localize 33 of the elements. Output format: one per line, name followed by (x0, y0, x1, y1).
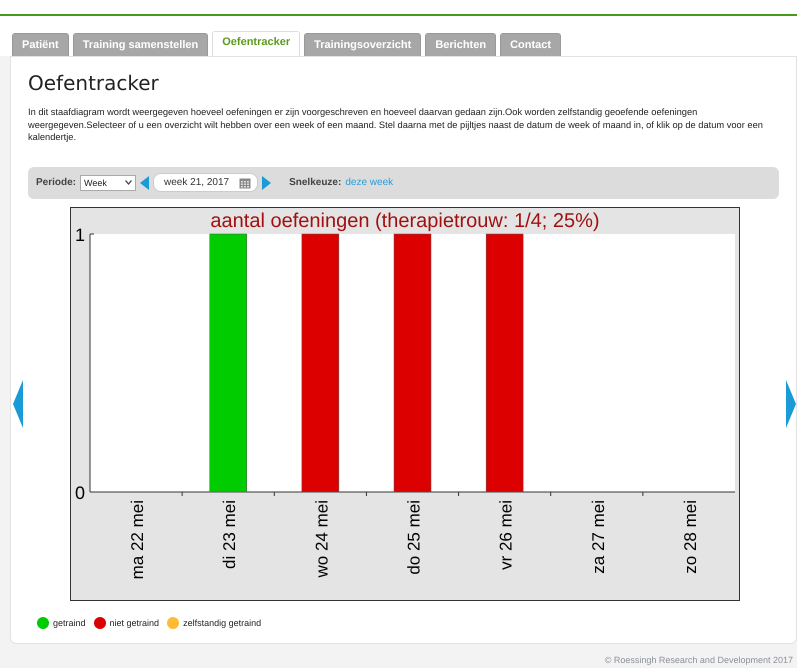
date-field[interactable]: week 21, 2017 (153, 173, 258, 192)
quick-select-label: Snelkeuze: (289, 177, 342, 188)
tab[interactable]: Contact (500, 33, 562, 56)
page-heading: Oefentracker (28, 70, 159, 97)
legend-label: niet getraind (110, 618, 160, 628)
period-select[interactable]: Week (80, 174, 136, 190)
tab[interactable]: Berichten (425, 33, 496, 56)
previous-week-icon[interactable] (140, 176, 150, 190)
y-axis-label: 0 (74, 482, 84, 502)
x-axis-label: wo 24 mei (312, 500, 331, 577)
next-week-icon[interactable] (262, 176, 272, 190)
legend-label: getraind (53, 618, 86, 628)
tab[interactable]: Training samenstellen (72, 33, 208, 56)
y-axis-label: 1 (74, 224, 84, 244)
tab[interactable]: Trainingsoverzicht (304, 33, 422, 56)
x-axis-label: do 25 mei (404, 500, 423, 574)
x-axis-label: vr 26 mei (496, 500, 516, 570)
period-label: Periode: (36, 177, 76, 188)
copyright-text: © Roessingh Research and Development 2017 (604, 654, 794, 664)
chevron-icon (125, 180, 132, 185)
calendar-icon[interactable] (239, 176, 252, 188)
x-axis-label: ma 22 mei (128, 500, 147, 579)
tab[interactable]: Oefentracker (212, 31, 300, 56)
x-axis-label: di 23 mei (220, 500, 239, 568)
description-text: In dit staafdiagram wordt weergegeven hoeveel oefeningen er zijn voorgeschreven en hoeveel daarvan gedaan zijn.Ook worden zelfstandig geoefende oefeningen weergegeven.Selecteer of u een overzicht wilt hebben over een week of een maand. Stel daarna met de pijltjes naast de datum de week of maand in, of klik op de datum voor een kalendertje. (28, 106, 764, 144)
next-arrow-icon[interactable] (786, 380, 796, 428)
x-axis-label: za 27 mei (588, 500, 608, 574)
tab[interactable]: Patiënt (12, 33, 69, 56)
legend-label: zelfstandig getraind (183, 618, 262, 628)
chart-title: aantal oefeningen (therapietrouw: 1/4; 25%) (210, 210, 600, 232)
this-week-link[interactable]: deze week (345, 177, 394, 188)
previous-arrow-icon[interactable] (13, 380, 23, 428)
x-axis-label: zo 28 mei (680, 500, 700, 574)
